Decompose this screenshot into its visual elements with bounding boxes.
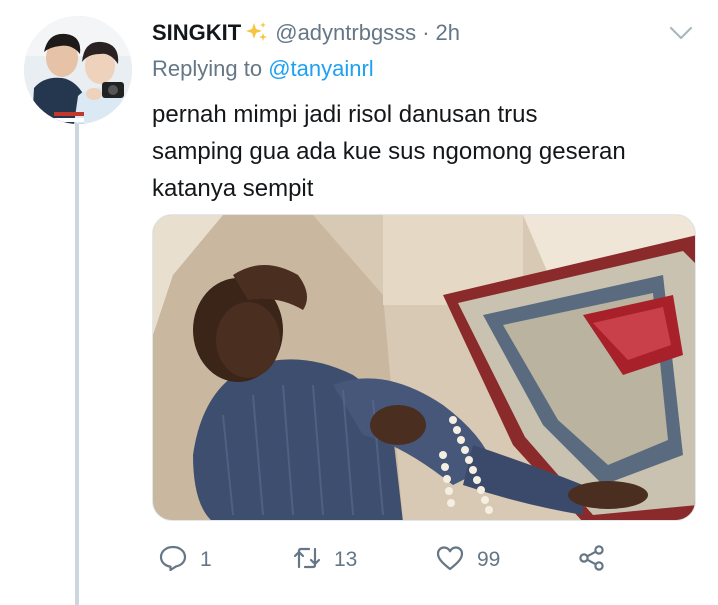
tweet-text: pernah mimpi jadi risol danusan trus sam… bbox=[152, 96, 692, 207]
tweet-text-line: samping gua ada kue sus ngomong geseran bbox=[152, 138, 626, 165]
tweet-text-line: katanya sempit bbox=[152, 175, 314, 202]
like-button[interactable]: 99 bbox=[435, 540, 500, 580]
replying-to-line: Replying to @tanyainrl bbox=[152, 56, 374, 82]
reply-button[interactable]: 1 bbox=[158, 540, 212, 580]
tweet-text-line: pernah mimpi jadi risol danusan trus bbox=[152, 101, 538, 128]
separator-dot: · bbox=[422, 20, 430, 45]
replying-to-mention[interactable]: @tanyainrl bbox=[268, 56, 374, 81]
reply-count: 1 bbox=[200, 548, 212, 571]
replying-prefix: Replying to bbox=[152, 56, 263, 81]
timestamp[interactable]: 2h bbox=[436, 20, 460, 46]
thread-connector-line bbox=[75, 122, 79, 605]
avatar-image bbox=[24, 16, 132, 124]
share-icon bbox=[577, 543, 607, 578]
retweet-button[interactable]: 13 bbox=[292, 540, 357, 580]
display-name[interactable]: SINGKIT bbox=[152, 20, 241, 46]
reply-icon bbox=[158, 543, 188, 578]
media-photo bbox=[153, 215, 695, 520]
retweet-icon bbox=[292, 543, 322, 578]
tweet-header: SINGKIT @adyntrbgsss · 2h bbox=[152, 17, 460, 49]
tweet-media-image[interactable] bbox=[152, 214, 696, 521]
heart-icon bbox=[435, 543, 465, 578]
tweet-actions: 1 13 99 bbox=[152, 540, 672, 580]
sparkles-icon bbox=[245, 21, 269, 45]
user-handle[interactable]: @adyntrbgsss bbox=[275, 20, 416, 46]
avatar[interactable] bbox=[24, 16, 132, 124]
share-button[interactable] bbox=[577, 540, 607, 580]
like-count: 99 bbox=[477, 548, 501, 571]
retweet-count: 13 bbox=[334, 548, 358, 571]
chevron-down-icon[interactable] bbox=[668, 20, 694, 46]
